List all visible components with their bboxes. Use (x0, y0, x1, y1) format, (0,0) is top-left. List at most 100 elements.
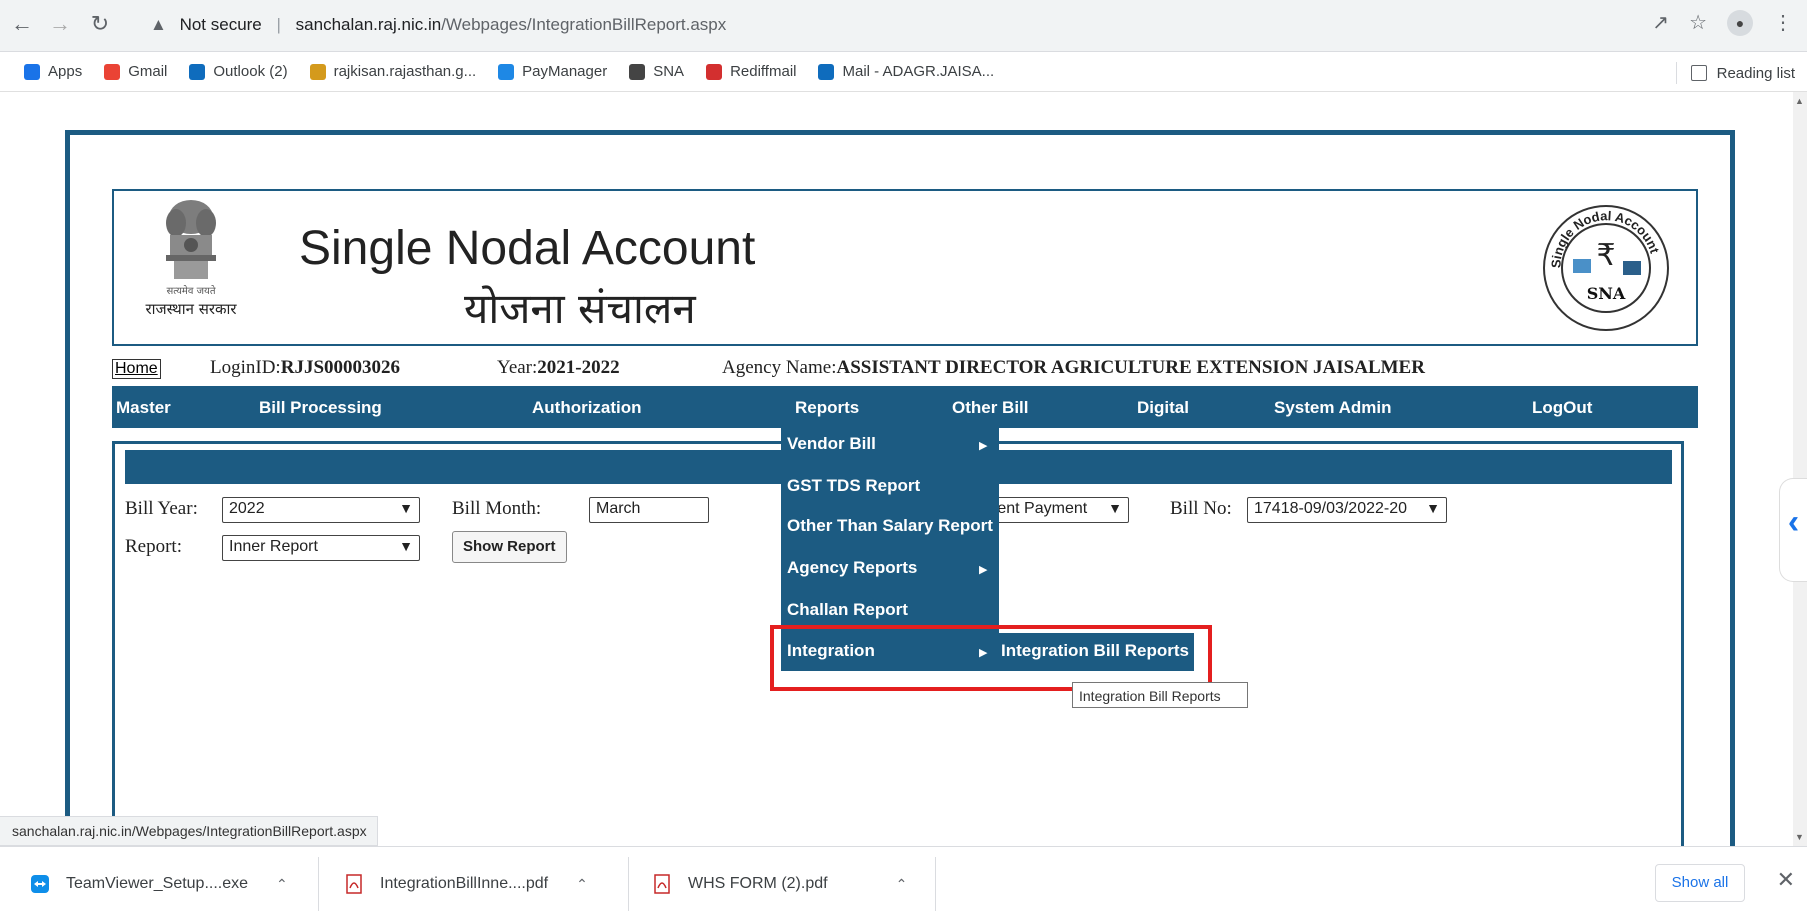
profile-avatar[interactable]: ● (1727, 10, 1753, 36)
toolbar-actions: ↗ ☆ ● ⋮ (1652, 10, 1793, 36)
menu-reports[interactable]: Reports (795, 398, 859, 418)
site-header: सत्यमेव जयते राजस्थान सरकार Single Nodal… (112, 189, 1698, 346)
menu-bill-processing[interactable]: Bill Processing (259, 398, 382, 418)
bill-no-select[interactable]: 17418-09/03/2022-20 ▼ (1247, 497, 1447, 523)
bookmark-star-icon[interactable]: ☆ (1689, 10, 1707, 36)
dropdown-item-gst-tds[interactable]: GST TDS Report (787, 476, 920, 496)
menu-master[interactable]: Master (116, 398, 171, 418)
dropdown-item-agency-reports[interactable]: Agency Reports (787, 558, 917, 578)
submenu-arrow-icon: ▶ (979, 440, 988, 452)
chevron-down-icon: ▼ (399, 538, 413, 554)
scroll-down-icon[interactable]: ▼ (1795, 832, 1804, 842)
warning-triangle-icon: ▲ (150, 15, 167, 34)
menu-other-bill[interactable]: Other Bill (952, 398, 1029, 418)
bill-month-label: Bill Month: (452, 498, 542, 519)
page-scrollbar[interactable]: ▲ ▼ (1793, 92, 1807, 846)
bookmark-item[interactable]: Outlook (2) (189, 63, 288, 80)
dropdown-item-challan-report[interactable]: Challan Report (787, 600, 908, 620)
rupee-symbol: ₹ (1596, 238, 1615, 273)
login-id: LoginID:RJJS00003026 (210, 357, 401, 378)
reload-icon[interactable]: ↻ (86, 10, 114, 38)
address-bar[interactable]: ▲ Not secure | sanchalan.raj.nic.in/Webp… (150, 8, 1650, 42)
side-panel-toggle-icon[interactable]: ‹ (1779, 478, 1807, 582)
bookmark-label: Rediffmail (730, 63, 797, 80)
gmail-icon (104, 63, 121, 80)
paymanager-icon (498, 63, 515, 80)
download-shelf: TeamViewer_Setup....exe ⌃ IntegrationBil… (0, 846, 1807, 920)
show-report-button[interactable]: Show Report (452, 531, 567, 563)
submenu-arrow-icon: ▶ (979, 564, 988, 576)
security-label: Not secure (179, 15, 262, 34)
close-icon[interactable]: ✕ (1777, 867, 1795, 893)
site-title-hindi: योजना संचालन (464, 284, 696, 333)
bookmark-item[interactable]: Gmail (104, 63, 167, 80)
outlook-icon (818, 63, 835, 80)
bill-no-label: Bill No: (1170, 498, 1232, 519)
menu-logout[interactable]: LogOut (1532, 398, 1592, 418)
pdf-icon (346, 874, 362, 894)
address-separator: | (276, 15, 281, 34)
download-divider (318, 857, 319, 911)
scroll-up-icon[interactable]: ▲ (1795, 96, 1804, 106)
forward-arrow-icon[interactable]: → (46, 10, 74, 38)
bookmark-item[interactable]: SNA (629, 63, 684, 80)
login-info-row: Home LoginID:RJJS00003026 Year:2021-2022… (112, 355, 1698, 383)
show-all-downloads-button[interactable]: Show all (1655, 864, 1745, 902)
lion-capital-icon (166, 200, 216, 279)
chevron-up-icon[interactable]: ⌃ (896, 876, 908, 893)
bookmark-item[interactable]: Mail - ADAGR.JAISA... (818, 63, 994, 80)
download-filename: WHS FORM (2).pdf (688, 875, 828, 892)
sna-globe-icon (629, 63, 646, 80)
download-filename: TeamViewer_Setup....exe (66, 875, 249, 892)
sna-logo: Single Nodal Account ₹ SNA (1543, 205, 1669, 331)
chevron-up-icon[interactable]: ⌃ (576, 876, 588, 893)
tooltip: Integration Bill Reports (1072, 682, 1248, 708)
url-path: /Webpages/IntegrationBillReport.aspx (441, 15, 727, 34)
bookmark-label: Gmail (128, 63, 168, 80)
chevron-up-icon[interactable]: ⌃ (276, 876, 288, 893)
main-menu-bar: Master Bill Processing Authorization Rep… (112, 386, 1698, 428)
bookmark-label: rajkisan.rajasthan.g... (333, 63, 477, 80)
browser-toolbar: ← → ↻ ▲ Not secure | sanchalan.raj.nic.i… (0, 0, 1807, 52)
outlook-icon (189, 63, 206, 80)
menu-system-admin[interactable]: System Admin (1274, 398, 1391, 418)
dropdown-item-vendor-bill[interactable]: Vendor Bill (787, 434, 876, 454)
url-host: sanchalan.raj.nic.in (295, 15, 442, 34)
menu-kebab-icon[interactable]: ⋮ (1773, 10, 1793, 36)
bookmark-label: Mail - ADAGR.JAISA... (842, 63, 995, 80)
bookmark-item[interactable]: rajkisan.rajasthan.g... (309, 63, 477, 80)
rajkisan-icon (309, 63, 326, 80)
apps-grid-icon (24, 63, 40, 80)
home-link[interactable]: Home (112, 359, 161, 379)
bill-year-select[interactable]: 2022 ▼ (222, 497, 420, 523)
download-item[interactable]: WHS FORM (2).pdf ⌃ (652, 869, 907, 899)
menu-digital[interactable]: Digital (1137, 398, 1189, 418)
emblem-government: राजस्थान सरकार (145, 300, 237, 318)
reading-list-button[interactable]: Reading list (1675, 62, 1795, 84)
financial-year: Year:2021-2022 (497, 357, 620, 378)
share-icon[interactable]: ↗ (1652, 10, 1669, 36)
report-select[interactable]: Inner Report ▼ (222, 535, 420, 561)
menu-authorization[interactable]: Authorization (532, 398, 642, 418)
reading-list-label: Reading list (1716, 64, 1795, 82)
bookmarks-bar: Apps Gmail Outlook (2) rajkisan.rajasthan.g… (0, 52, 1807, 92)
download-item[interactable]: TeamViewer_Setup....exe ⌃ (30, 869, 288, 899)
bookmark-item[interactable]: PayManager (498, 63, 607, 80)
teamviewer-icon (31, 875, 49, 893)
bookmark-label: SNA (653, 63, 685, 80)
bill-year-label: Bill Year: (125, 498, 198, 519)
rediffmail-icon (706, 63, 723, 80)
download-item[interactable]: IntegrationBillInne....pdf ⌃ (344, 869, 588, 899)
back-arrow-icon[interactable]: ← (8, 10, 36, 38)
reading-list-icon (1690, 65, 1707, 81)
report-label: Report: (125, 536, 182, 557)
bill-month-select[interactable]: March (589, 497, 709, 523)
download-divider (935, 857, 936, 911)
logo-text: SNA (1587, 284, 1626, 303)
bookmark-item[interactable]: Rediffmail (706, 63, 796, 80)
chevron-down-icon: ▼ (1108, 500, 1122, 516)
bookmark-item[interactable]: Apps (24, 63, 82, 80)
agency-name: Agency Name:ASSISTANT DIRECTOR AGRICULTU… (722, 357, 1425, 378)
dropdown-item-other-than-salary[interactable]: Other Than Salary Report (787, 516, 993, 536)
chevron-down-icon: ▼ (399, 500, 413, 516)
